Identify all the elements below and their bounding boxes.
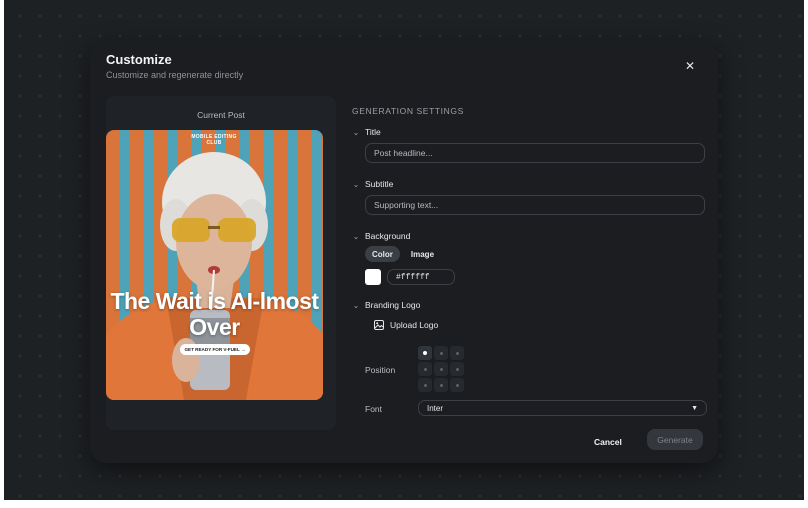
upload-logo-label: Upload Logo (390, 320, 439, 330)
background-type-toggle: Color Image (365, 246, 441, 262)
preview-panel: Current Post MOBILE EDITING CLUB The Wai… (106, 96, 336, 430)
upload-logo-button[interactable]: Upload Logo (374, 320, 438, 330)
title-input[interactable] (365, 143, 705, 163)
position-label: Position (365, 365, 396, 375)
title-label: Title (365, 127, 381, 137)
position-middle-right[interactable] (450, 362, 464, 376)
chevron-down-icon: ⌄ (352, 179, 360, 189)
chevron-down-icon: ⌄ (352, 127, 360, 137)
chevron-down-icon: ⌄ (352, 300, 360, 310)
post-preview-image: MOBILE EDITING CLUB The Wait is AI-lmost… (106, 130, 323, 400)
portrait-illustration (106, 152, 323, 400)
logo-position-grid (418, 346, 464, 392)
cancel-button[interactable]: Cancel (594, 432, 622, 452)
brand-mark: MOBILE EDITING CLUB (191, 134, 237, 146)
customize-dialog: Customize Customize and regenerate direc… (90, 40, 718, 463)
post-cta: GET READY FOR V-FUEL → (180, 344, 250, 355)
background-section-toggle[interactable]: ⌄ Background (352, 231, 411, 241)
post-headline: The Wait is AI-lmost Over (110, 288, 319, 340)
font-value: Inter (427, 403, 444, 413)
position-middle-left[interactable] (418, 362, 432, 376)
position-bottom-center[interactable] (434, 378, 448, 392)
font-select[interactable]: Inter ▼ (418, 400, 707, 416)
branding-label: Branding Logo (365, 300, 421, 310)
close-icon: ✕ (684, 59, 696, 73)
font-label: Font (365, 404, 383, 414)
subtitle-input[interactable] (365, 195, 705, 215)
position-bottom-left[interactable] (418, 378, 432, 392)
background-label: Background (365, 231, 411, 241)
color-swatch[interactable] (365, 269, 381, 285)
position-top-left[interactable] (418, 346, 432, 360)
background-color-option[interactable]: Color (365, 246, 400, 262)
subtitle-label: Subtitle (365, 179, 394, 189)
subtitle-section-toggle[interactable]: ⌄ Subtitle (352, 179, 394, 189)
branding-section-toggle[interactable]: ⌄ Branding Logo (352, 300, 421, 310)
position-middle-center[interactable] (434, 362, 448, 376)
caret-down-icon: ▼ (691, 404, 698, 412)
chevron-down-icon: ⌄ (352, 231, 360, 241)
title-section-toggle[interactable]: ⌄ Title (352, 127, 381, 137)
position-bottom-right[interactable] (450, 378, 464, 392)
background-image-option[interactable]: Image (404, 246, 441, 262)
image-icon (374, 320, 384, 330)
dialog-subtitle: Customize and regenerate directly (106, 70, 244, 80)
current-post-label: Current Post (197, 110, 245, 120)
color-hex-input[interactable]: #ffffff (387, 269, 455, 285)
position-top-center[interactable] (434, 346, 448, 360)
dialog-title: Customize (106, 52, 172, 67)
generation-settings-header: GENERATION SETTINGS (352, 106, 464, 116)
close-button[interactable]: ✕ (680, 56, 700, 76)
generate-button[interactable]: Generate (647, 429, 703, 450)
position-top-right[interactable] (450, 346, 464, 360)
